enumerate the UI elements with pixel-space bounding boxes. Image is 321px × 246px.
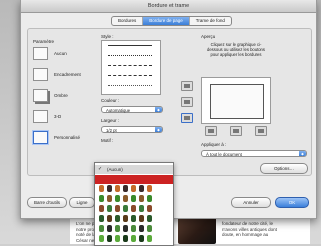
preset-box-icon[interactable]	[33, 68, 48, 81]
border-bottom-icon	[184, 116, 190, 120]
border-middle-button[interactable]	[181, 97, 193, 107]
preset-none-icon[interactable]	[33, 47, 48, 60]
apply-value: À tout le document	[206, 152, 242, 157]
art-option-people[interactable]	[95, 184, 173, 193]
art-option-figures[interactable]	[95, 204, 173, 213]
chevron-updown-icon: ◆	[299, 151, 306, 156]
style-list[interactable]	[101, 40, 161, 95]
color-label: Couleur :	[101, 98, 120, 103]
border-top-button[interactable]	[181, 81, 193, 91]
style-label: Style :	[101, 34, 114, 39]
border-top-icon	[184, 84, 190, 88]
ok-button[interactable]: OK	[275, 197, 309, 208]
style-dash-dot-line[interactable]	[108, 85, 152, 86]
art-option-trees[interactable]	[95, 194, 173, 203]
art-option-leaves[interactable]	[95, 224, 173, 233]
border-preview[interactable]	[201, 77, 271, 124]
preset-shadow-label[interactable]: Ombre	[54, 93, 68, 98]
preset-custom-icon[interactable]	[33, 131, 48, 144]
presets-label: Paramètre	[33, 39, 55, 44]
art-option-none-label: (Aucun)	[107, 167, 123, 172]
chevron-updown-icon: ◆	[155, 107, 162, 112]
border-inside-icon	[184, 100, 190, 104]
preset-none-label[interactable]: Aucun	[54, 51, 67, 56]
art-dropdown-menu[interactable]: ✓ (Aucun)	[94, 162, 174, 246]
preset-shadow-icon[interactable]	[33, 89, 48, 102]
preset-3d-label[interactable]: 3-D	[54, 114, 61, 119]
art-option-red[interactable]	[95, 175, 173, 184]
preset-box-label[interactable]: Encadrement	[54, 72, 81, 77]
apply-label: Appliquer à :	[201, 142, 227, 147]
style-solid-line[interactable]	[108, 45, 152, 46]
width-value: 1/2 pt	[106, 128, 117, 133]
width-label: Largeur :	[101, 118, 120, 123]
art-option-pinecones[interactable]	[95, 214, 173, 223]
preset-custom-label[interactable]: Personnalisé	[54, 135, 80, 140]
style-dotted-line[interactable]	[108, 55, 152, 56]
border-vertical-icon	[233, 129, 239, 133]
preview-label: Aperçu	[201, 34, 216, 39]
border-center-button[interactable]	[230, 126, 242, 136]
checkmark-icon: ✓	[98, 166, 103, 172]
chevron-updown-icon: ◆	[155, 127, 162, 132]
art-label: Motif :	[101, 138, 114, 143]
dialog-title: Bordure et trame	[21, 0, 316, 13]
tab-page-border[interactable]: Bordure de page	[143, 17, 190, 25]
border-right-icon	[258, 129, 264, 133]
border-left-button[interactable]	[205, 126, 217, 136]
horizontal-line-button[interactable]: Ligne	[69, 197, 95, 208]
preview-hint: Cliquez sur le graphique ci-dessous ou u…	[207, 42, 265, 57]
tab-bar: Bordures Bordure de page Trame de fond	[111, 16, 232, 26]
style-long-dash-line[interactable]	[108, 75, 152, 76]
color-value: Automatique	[106, 108, 131, 113]
preview-page	[210, 84, 264, 119]
art-option-none[interactable]: ✓ (Aucun)	[95, 165, 173, 174]
border-bottom-button[interactable]	[181, 113, 193, 123]
document-text-right: fondateur de notre cité, le n'avons vill…	[222, 221, 277, 237]
border-left-icon	[208, 129, 214, 133]
apply-select[interactable]: À tout le document ◆	[201, 150, 307, 157]
cancel-button[interactable]: Annuler	[231, 197, 271, 208]
color-select[interactable]: Automatique ◆	[101, 106, 163, 113]
options-button[interactable]: Options…	[260, 163, 308, 174]
tab-borders[interactable]: Bordures	[112, 17, 144, 25]
border-right-button[interactable]	[255, 126, 267, 136]
preset-3d-icon[interactable]	[33, 110, 48, 123]
tab-shading[interactable]: Trame de fond	[190, 17, 231, 25]
style-dashed-line[interactable]	[108, 65, 152, 66]
width-select[interactable]: 1/2 pt ◆	[101, 126, 163, 133]
art-option-sprouts[interactable]	[95, 234, 173, 243]
toolbar-button[interactable]: Barre d'outils	[27, 197, 67, 208]
